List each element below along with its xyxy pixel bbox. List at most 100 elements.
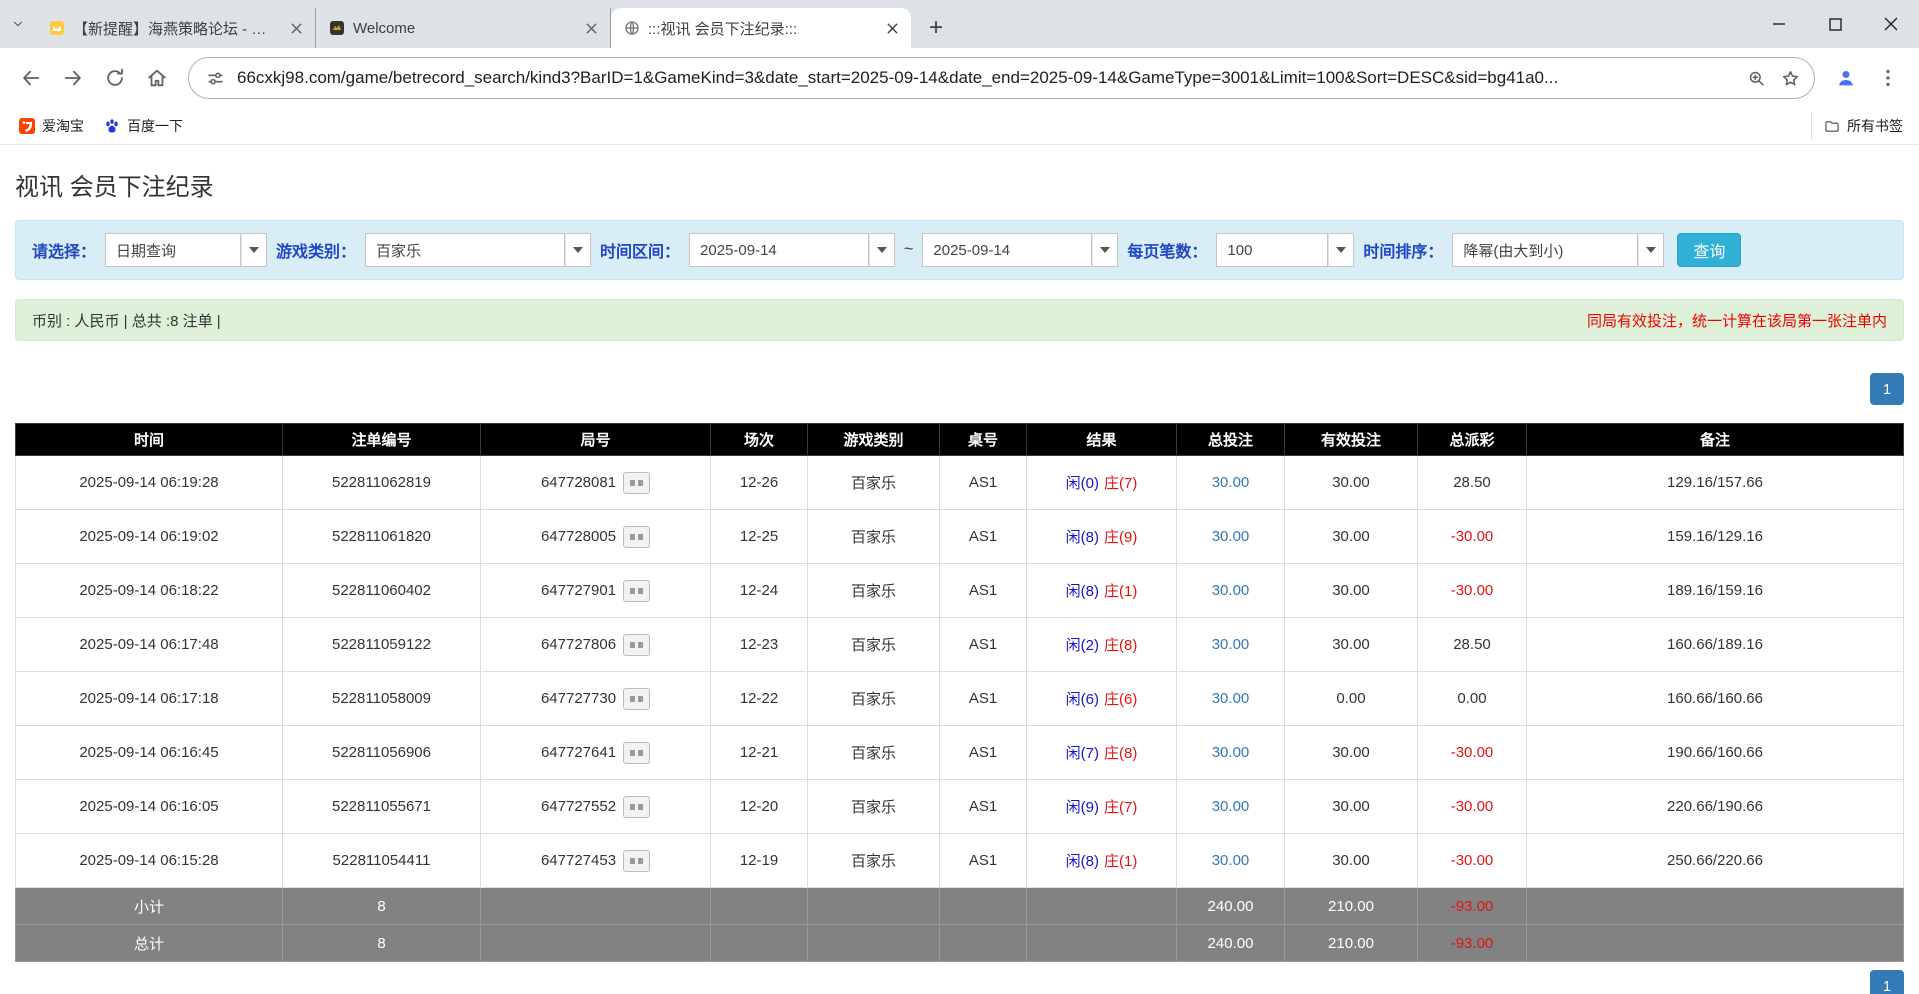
date-end-select[interactable]: 2025-09-14 (922, 233, 1118, 267)
close-window-button[interactable] (1863, 0, 1919, 48)
globe-favicon (623, 20, 640, 37)
tab-welcome[interactable]: Welcome (316, 8, 611, 48)
cell-time: 2025-09-14 06:19:02 (16, 510, 283, 564)
close-tab-icon[interactable] (881, 17, 903, 39)
all-bookmarks[interactable]: 所有书签 (1811, 112, 1909, 140)
column-header: 游戏类别 (808, 424, 940, 456)
new-tab-button[interactable]: + (919, 11, 953, 45)
back-icon[interactable] (10, 57, 52, 99)
menu-kebab-icon[interactable] (1867, 57, 1909, 99)
pagination-bottom: 1 (15, 970, 1904, 994)
tab-bet-records[interactable]: :::视讯 会员下注纪录::: (611, 8, 911, 48)
table-row: 2025-09-14 06:15:28522811054411647727453… (16, 834, 1904, 888)
cell-round-id: 647728081 (481, 456, 711, 510)
address-bar[interactable]: 66cxkj98.com/game/betrecord_search/kind3… (188, 57, 1815, 99)
summary-empty-cell (940, 888, 1027, 925)
summary-payout: -93.00 (1418, 888, 1527, 925)
column-header: 结果 (1027, 424, 1177, 456)
round-detail-icon[interactable] (623, 742, 650, 764)
sort-label: 时间排序： (1363, 238, 1443, 262)
game-type-select[interactable]: 百家乐 (365, 233, 591, 267)
total-bet-link[interactable]: 30.00 (1212, 798, 1250, 815)
cell-result: 闲(8)庄(1) (1027, 564, 1177, 618)
cell-payout: -30.00 (1418, 726, 1527, 780)
total-bet-link[interactable]: 30.00 (1212, 582, 1250, 599)
round-detail-icon[interactable] (623, 526, 650, 548)
summary-empty-cell (1027, 925, 1177, 962)
site-settings-icon[interactable] (203, 66, 227, 90)
round-detail-icon[interactable] (623, 580, 650, 602)
cell-table-no: AS1 (940, 456, 1027, 510)
cell-round-id: 647727552 (481, 780, 711, 834)
table-row: 2025-09-14 06:17:18522811058009647727730… (16, 672, 1904, 726)
bookmark-taobao[interactable]: 爱淘宝 (10, 112, 93, 140)
chevron-down-icon[interactable] (1092, 233, 1118, 267)
total-bet-link[interactable]: 30.00 (1212, 636, 1250, 653)
cell-total-bet: 30.00 (1177, 726, 1285, 780)
round-detail-icon[interactable] (623, 850, 650, 872)
window-controls (1751, 0, 1919, 48)
chevron-down-icon[interactable] (241, 233, 267, 267)
cell-round-id: 647727730 (481, 672, 711, 726)
query-type-select[interactable]: 日期查询 (105, 233, 267, 267)
summary-label: 总计 (16, 925, 283, 962)
sort-select[interactable]: 降幂(由大到小) (1452, 233, 1664, 267)
refresh-icon[interactable] (94, 57, 136, 99)
per-page-select[interactable]: 100 (1216, 233, 1354, 267)
tab-search-chevron-icon[interactable] (0, 0, 36, 48)
round-id-text: 647727901 (541, 581, 616, 598)
page-1-button[interactable]: 1 (1870, 970, 1904, 994)
cell-valid-bet: 30.00 (1285, 510, 1418, 564)
cell-result: 闲(7)庄(8) (1027, 726, 1177, 780)
page-1-button[interactable]: 1 (1870, 373, 1904, 405)
total-bet-link[interactable]: 30.00 (1212, 474, 1250, 491)
round-detail-icon[interactable] (623, 472, 650, 494)
result-player: 闲(8) (1066, 529, 1099, 546)
summary-total-bet: 240.00 (1177, 888, 1285, 925)
cell-game-type: 百家乐 (808, 834, 940, 888)
cell-note: 220.66/190.66 (1527, 780, 1904, 834)
profile-icon[interactable] (1825, 57, 1867, 99)
subtotal-row: 小计8240.00210.00-93.00 (16, 888, 1904, 925)
total-bet-link[interactable]: 30.00 (1212, 690, 1250, 707)
round-detail-icon[interactable] (623, 688, 650, 710)
cell-note: 190.66/160.66 (1527, 726, 1904, 780)
chevron-down-icon[interactable] (565, 233, 591, 267)
round-id-text: 647728005 (541, 527, 616, 544)
chevron-down-icon[interactable] (869, 233, 895, 267)
forward-icon[interactable] (52, 57, 94, 99)
pagination-top: 1 (15, 373, 1904, 405)
per-page-label: 每页笔数： (1127, 238, 1207, 262)
url-text[interactable]: 66cxkj98.com/game/betrecord_search/kind3… (237, 68, 1734, 88)
minimize-button[interactable] (1751, 0, 1807, 48)
date-start-value: 2025-09-14 (689, 233, 869, 267)
cell-result: 闲(9)庄(7) (1027, 780, 1177, 834)
round-detail-icon[interactable] (623, 634, 650, 656)
result-banker: 庄(6) (1104, 691, 1137, 708)
cell-result: 闲(6)庄(6) (1027, 672, 1177, 726)
game-type-value: 百家乐 (365, 233, 565, 267)
welcome-favicon (328, 20, 345, 37)
date-start-select[interactable]: 2025-09-14 (689, 233, 895, 267)
cell-note: 129.16/157.66 (1527, 456, 1904, 510)
search-button[interactable]: 查询 (1677, 233, 1741, 267)
round-detail-icon[interactable] (623, 796, 650, 818)
cell-total-bet: 30.00 (1177, 834, 1285, 888)
close-tab-icon[interactable] (580, 17, 602, 39)
home-icon[interactable] (136, 57, 178, 99)
chevron-down-icon[interactable] (1638, 233, 1664, 267)
bookmark-baidu[interactable]: 百度一下 (95, 112, 192, 140)
total-bet-link[interactable]: 30.00 (1212, 528, 1250, 545)
tab-forum[interactable]: 【新提醒】海燕策略论坛 - 综合 (36, 8, 316, 48)
close-tab-icon[interactable] (285, 17, 307, 39)
date-end-value: 2025-09-14 (922, 233, 1092, 267)
cell-note: 250.66/220.66 (1527, 834, 1904, 888)
total-bet-link[interactable]: 30.00 (1212, 744, 1250, 761)
query-type-value: 日期查询 (105, 233, 241, 267)
chevron-down-icon[interactable] (1328, 233, 1354, 267)
bookmark-star-icon[interactable] (1778, 66, 1802, 90)
zoom-icon[interactable] (1744, 66, 1768, 90)
maximize-button[interactable] (1807, 0, 1863, 48)
summary-empty-cell (711, 925, 808, 962)
total-bet-link[interactable]: 30.00 (1212, 852, 1250, 869)
